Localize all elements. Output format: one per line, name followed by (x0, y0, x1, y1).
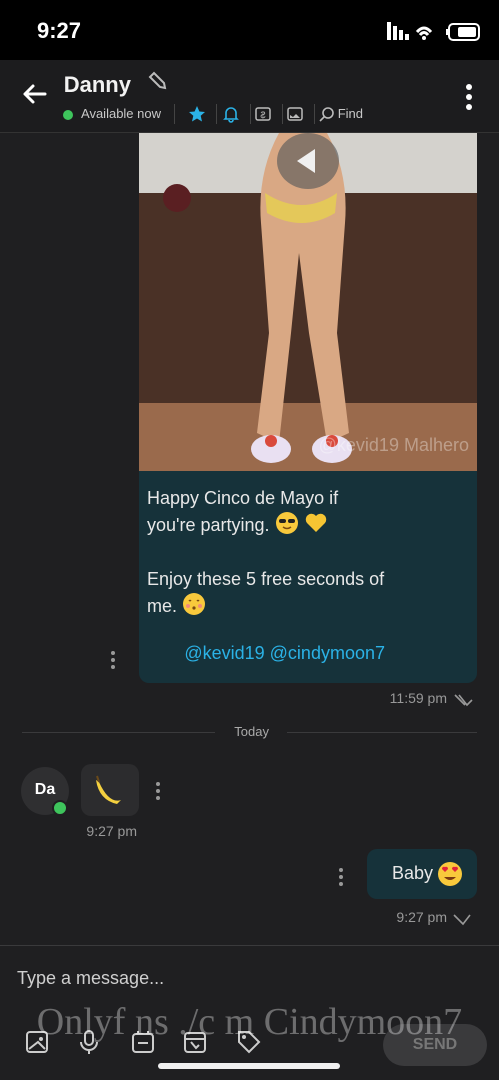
sunglasses-emoji-icon (275, 512, 298, 534)
message-menu-icon[interactable] (108, 649, 118, 671)
message-time: 11:59 pm (389, 690, 447, 706)
avatar[interactable]: Da (21, 767, 69, 816)
play-icon (297, 149, 315, 173)
star-icon[interactable] (187, 104, 207, 124)
message-time: 9:27 pm (86, 823, 137, 839)
search-icon[interactable] (317, 104, 337, 124)
home-indicator (158, 1063, 340, 1069)
bell-icon[interactable] (221, 104, 241, 124)
text-message[interactable]: Baby (367, 849, 477, 899)
banana-emoji-icon (96, 775, 121, 804)
message-menu-icon[interactable] (336, 866, 346, 888)
availability-status: Available now (81, 106, 161, 121)
status-time: 9:27 (36, 18, 81, 43)
find-label[interactable]: Find (338, 106, 363, 121)
back-arrow-icon[interactable] (19, 78, 51, 110)
svg-text:$: $ (260, 110, 265, 120)
date-divider-line (287, 732, 477, 733)
message-text: Baby (391, 863, 433, 883)
read-receipt-icon (454, 694, 473, 707)
yellow-heart-emoji-icon (305, 513, 326, 532)
tip-icon[interactable]: $ (253, 104, 273, 124)
media-message[interactable]: @kevid19 Malhero Happy Cinco de Mayo if … (139, 133, 477, 683)
status-bar: 9:27 (0, 0, 499, 60)
sent-check-icon (453, 914, 471, 926)
play-button[interactable] (277, 133, 339, 189)
message-time: 9:27 pm (396, 909, 447, 925)
message-input[interactable] (15, 964, 199, 992)
kissing-emoji-icon (183, 593, 206, 615)
message-mentions[interactable]: @kevid19 @cindymoon7 (184, 643, 385, 664)
image-icon[interactable] (285, 104, 305, 124)
message-feed[interactable]: @kevid19 Malhero Happy Cinco de Mayo if … (0, 133, 499, 945)
status-icons (387, 22, 480, 41)
message-caption: Happy Cinco de Mayo if you're partying. … (147, 488, 385, 616)
avatar-online-dot (52, 800, 68, 816)
date-divider-label: Today (234, 724, 269, 739)
more-vertical-icon[interactable] (461, 82, 477, 112)
heart-eyes-emoji-icon (438, 862, 462, 886)
overlay-watermark: Onlyf ns ./c m Cindymoon7 (36, 1001, 463, 1043)
message-menu-icon[interactable] (153, 780, 163, 802)
edit-icon[interactable] (147, 70, 169, 92)
media-watermark: @kevid19 Malhero (318, 435, 469, 455)
date-divider-line (22, 732, 215, 733)
chat-header: Danny Available now $ Find (0, 60, 499, 133)
contact-name[interactable]: Danny (64, 72, 131, 98)
emoji-message[interactable] (81, 764, 139, 816)
online-indicator (63, 110, 73, 120)
